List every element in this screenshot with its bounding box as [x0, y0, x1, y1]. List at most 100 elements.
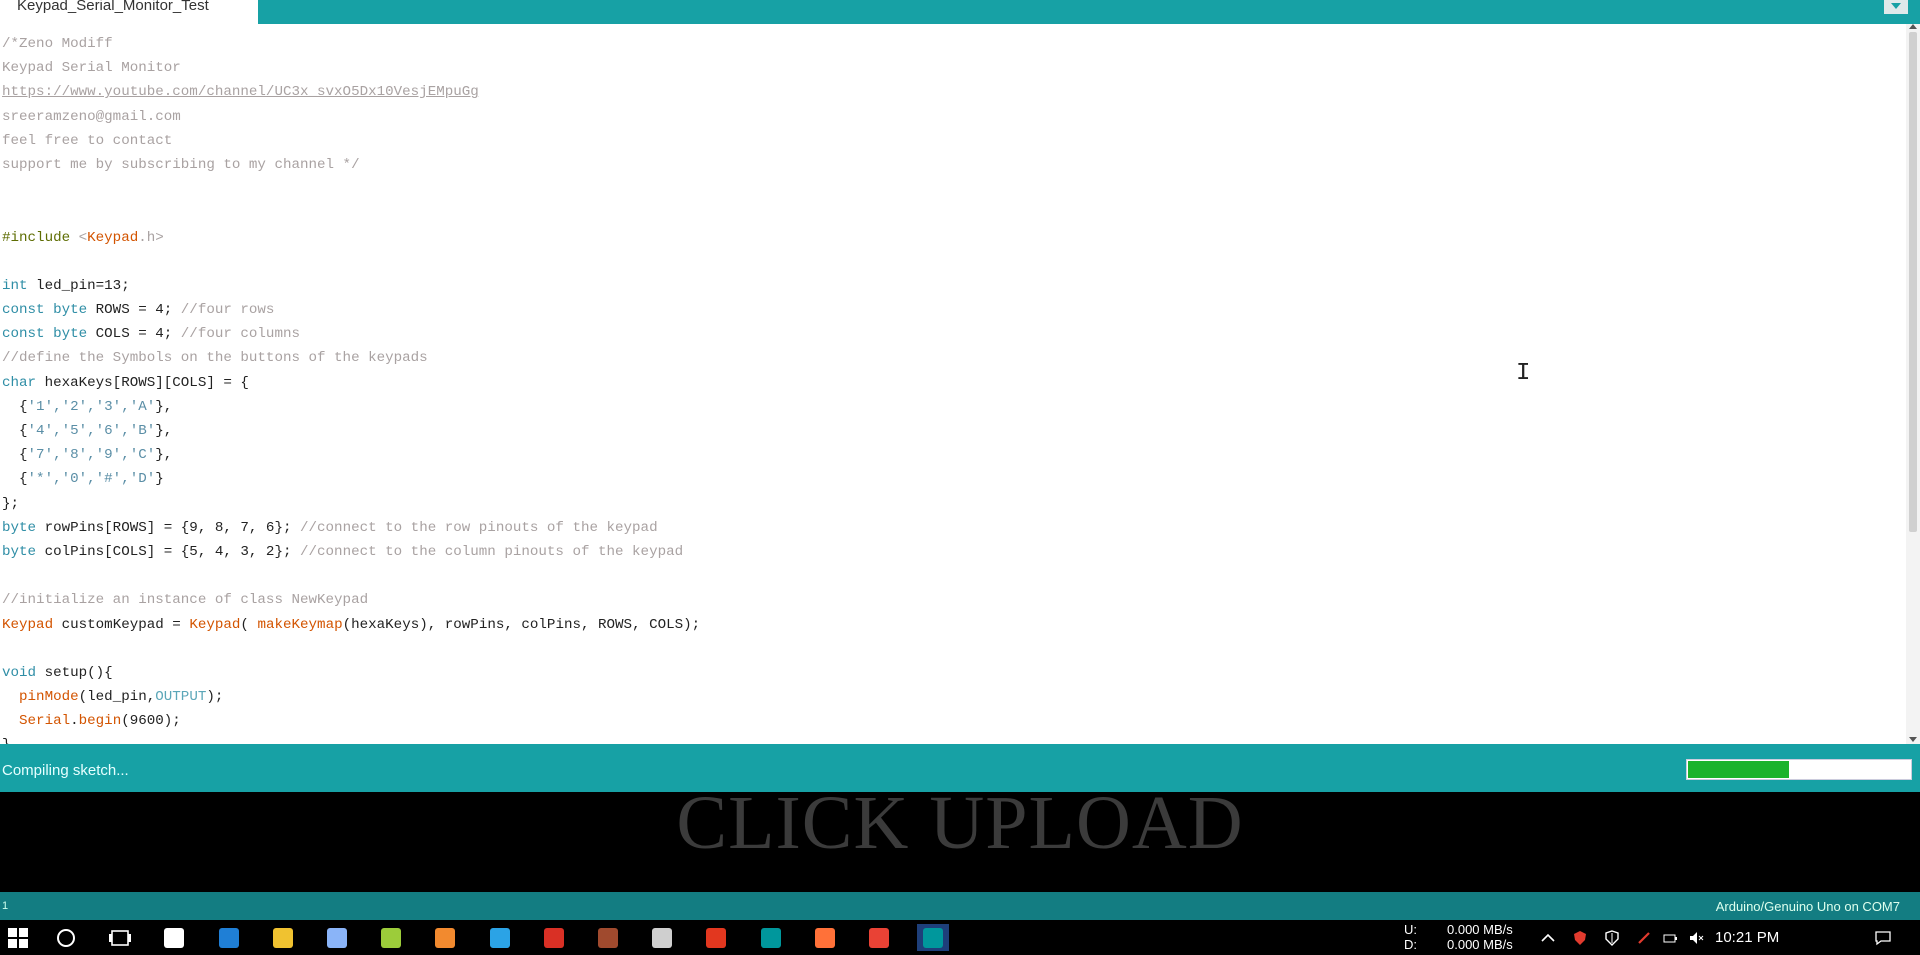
code-line: const byte ROWS = 4; //four rows: [2, 298, 700, 322]
code-token: int: [2, 277, 28, 294]
app-blue-icon[interactable]: [484, 924, 516, 951]
code-token: .: [70, 713, 79, 730]
chrome-icon[interactable]: [863, 924, 895, 951]
notepad-icon[interactable]: [321, 924, 353, 951]
status-text: Compiling sketch...: [2, 762, 129, 779]
code-token: Keypad Serial Monitor: [2, 60, 181, 77]
code-line: Keypad customKeypad = Keypad( makeKeymap…: [2, 613, 700, 637]
pen-icon[interactable]: [1636, 930, 1652, 946]
defender-icon[interactable]: [1604, 930, 1620, 946]
code-line: Serial.begin(9600);: [2, 709, 700, 733]
shield-icon[interactable]: [1572, 930, 1588, 946]
foxit-icon[interactable]: [700, 924, 732, 951]
editor-scrollbar[interactable]: [1906, 24, 1920, 744]
acrobat-icon[interactable]: [538, 924, 570, 951]
code-token: Keypad: [189, 616, 241, 633]
task-view-icon[interactable]: [104, 924, 136, 951]
winrar-icon[interactable]: [592, 924, 624, 951]
code-token: //connect to the row pinouts of the keyp…: [300, 519, 658, 536]
tab-label: Keypad_Serial_Monitor_Test: [17, 0, 209, 14]
code-token: /*Zeno Modiff: [2, 36, 113, 52]
code-line: {'4','5','6','B'},: [2, 419, 700, 443]
app-orange-icon[interactable]: [429, 924, 461, 951]
scroll-up-icon[interactable]: [1909, 24, 1917, 29]
tab-menu-button[interactable]: [1884, 0, 1908, 14]
code-token: sreeramzeno@gmail.com: [2, 108, 181, 125]
code-line: #include <Keypad.h>: [2, 226, 700, 250]
code-line: };: [2, 492, 700, 516]
code-token: (hexaKeys), rowPins, colPins, ROWS, COLS…: [342, 616, 701, 633]
notification-icon[interactable]: [1874, 930, 1891, 946]
code-line: support me by subscribing to my channel …: [2, 153, 700, 177]
windows-start-icon[interactable]: [2, 924, 34, 951]
arduino-icon[interactable]: [755, 924, 787, 951]
arduino-active-icon[interactable]: [917, 924, 950, 951]
code-line: void setup(){: [2, 661, 700, 685]
android-icon[interactable]: [375, 924, 407, 951]
code-line: int led_pin=13;: [2, 274, 700, 298]
code-token: customKeypad =: [53, 616, 190, 633]
firefox-icon[interactable]: [809, 924, 841, 951]
code-line: char hexaKeys[ROWS][COLS] = {: [2, 371, 700, 395]
video-caption: CLICK UPLOAD: [676, 781, 1244, 865]
code-token: feel free to contact: [2, 132, 173, 149]
code-token: begin: [78, 713, 122, 730]
scroll-down-icon[interactable]: [1909, 737, 1917, 742]
code-token: COLS = 4;: [87, 326, 181, 343]
code-token: }: [155, 471, 164, 488]
snipping-icon[interactable]: [646, 924, 678, 951]
code-token: },: [155, 398, 173, 415]
code-token: };: [2, 495, 20, 512]
code-token: (: [240, 616, 258, 633]
edge-icon[interactable]: [213, 924, 245, 951]
code-token: Serial: [19, 713, 71, 730]
cortana-icon[interactable]: [50, 924, 82, 951]
code-line: {'1','2','3','A'},: [2, 395, 700, 419]
code-token: Keypad: [87, 229, 139, 246]
chevron-up-icon[interactable]: [1540, 930, 1556, 946]
code-token: (9600);: [121, 713, 181, 730]
clock[interactable]: 10:21 PM: [1715, 929, 1779, 946]
text-cursor-icon: I: [1516, 360, 1531, 387]
code-line: //define the Symbols on the buttons of t…: [2, 346, 700, 370]
code-token: makeKeymap: [257, 616, 343, 633]
code-token: //four columns: [180, 326, 300, 343]
code-token: #include: [2, 229, 79, 246]
code-token: {: [2, 423, 28, 439]
tab-sketch[interactable]: Keypad_Serial_Monitor_Test: [0, 0, 258, 24]
board-info-bar: 1 Arduino/Genuino Uno on COM7: [0, 892, 1920, 920]
code-token: },: [155, 447, 173, 464]
code-token: '*','0','#','D': [27, 471, 156, 488]
code-token: setup(){: [36, 664, 113, 681]
volume-muted-icon[interactable]: [1688, 930, 1704, 946]
code-text[interactable]: /*Zeno Modiff Keypad Serial Monitor https:…: [2, 32, 700, 744]
code-line: {'7','8','9','C'},: [2, 443, 700, 467]
tab-bar: Keypad_Serial_Monitor_Test: [0, 0, 1920, 24]
code-token: char: [2, 374, 37, 391]
code-token: const byte: [2, 302, 88, 319]
code-line: const byte COLS = 4; //four columns: [2, 322, 700, 346]
code-token: const byte: [2, 326, 88, 343]
code-line: }: [2, 733, 700, 744]
code-token: {: [2, 447, 28, 464]
line-number: 1: [2, 900, 9, 912]
code-editor[interactable]: /*Zeno Modiff Keypad Serial Monitor https:…: [0, 24, 1906, 744]
code-token: Keypad: [2, 616, 54, 633]
code-token: (led_pin,: [78, 689, 156, 706]
code-line: Keypad Serial Monitor: [2, 56, 700, 80]
scroll-thumb[interactable]: [1909, 32, 1917, 532]
download-label: D:: [1404, 937, 1417, 952]
code-token: },: [155, 423, 173, 439]
file-explorer-icon[interactable]: [267, 924, 299, 951]
power-icon[interactable]: [1662, 930, 1678, 946]
code-token: hexaKeys[ROWS][COLS] = {: [36, 374, 249, 391]
store-icon[interactable]: [158, 924, 190, 951]
code-token: void: [2, 664, 37, 681]
code-link[interactable]: https://www.youtube.com/channel/UC3x_svx…: [2, 84, 479, 100]
